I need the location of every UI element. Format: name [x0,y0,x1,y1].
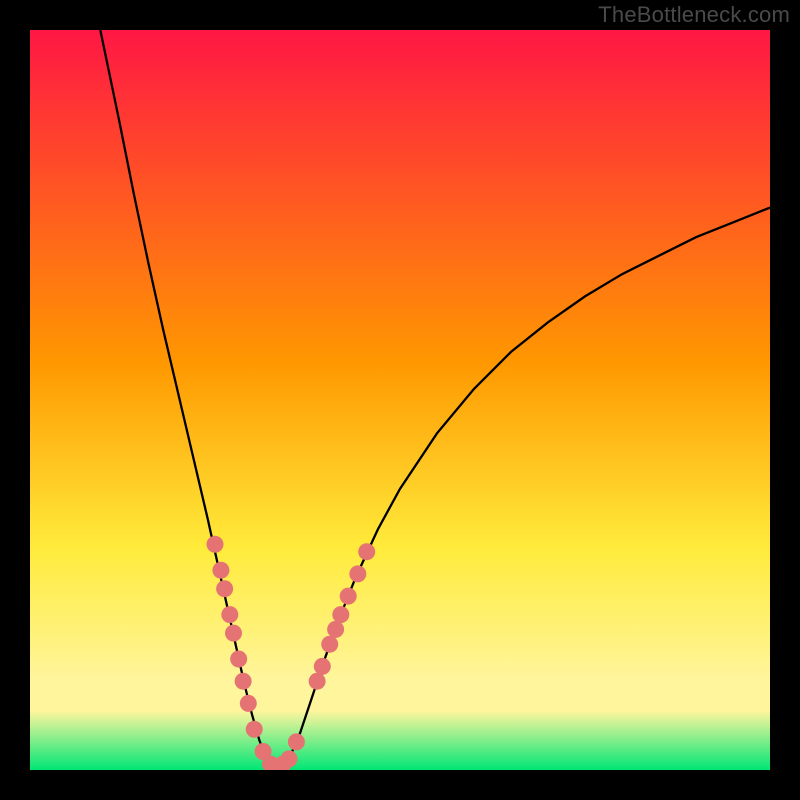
chart-frame: TheBottleneck.com [0,0,800,800]
data-dot [314,658,331,675]
data-dot [246,721,263,738]
plot-area [30,30,770,770]
data-dot [281,750,298,767]
data-dot [288,733,305,750]
data-dot [240,695,257,712]
data-dot [207,536,224,553]
data-dot [327,621,344,638]
data-dot [358,543,375,560]
data-dot [216,580,233,597]
data-dot [221,606,238,623]
data-dot [309,673,326,690]
data-dot [340,588,357,605]
data-dot [321,636,338,653]
data-dot [230,651,247,668]
plot-svg [30,30,770,770]
data-dot [212,562,229,579]
data-dot [349,565,366,582]
data-dot [332,606,349,623]
watermark-text: TheBottleneck.com [598,2,790,28]
data-dot [235,673,252,690]
data-dot [225,625,242,642]
gradient-background [30,30,770,770]
